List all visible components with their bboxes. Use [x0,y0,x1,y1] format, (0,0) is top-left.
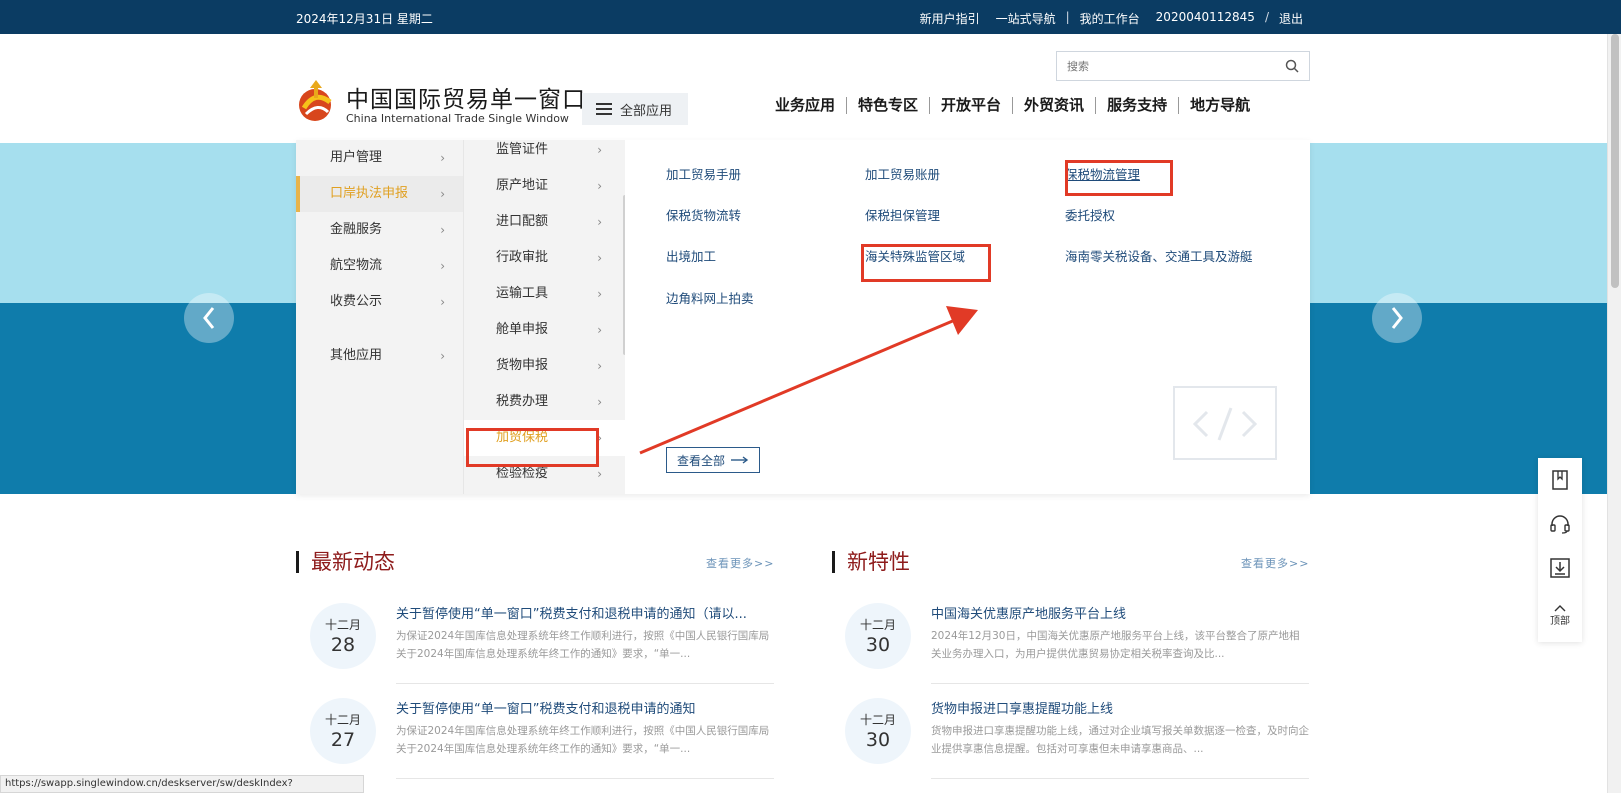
side-toolbar: 顶部 [1538,458,1582,642]
headset-icon [1550,515,1570,534]
feature-item[interactable]: 十二月 30 中国海关优惠原产地服务平台上线 2024年12月30日，中国海关优惠… [845,603,1321,693]
page: 2024年12月31日 星期二 新用户指引 一站式导航 | 我的工作台 2020… [0,0,1621,793]
page-scrollbar[interactable] [1607,34,1621,793]
download-button[interactable] [1538,550,1582,586]
news-date: 十二月 28 [310,603,376,669]
divider [931,778,1309,779]
scrollbar-thumb[interactable] [1611,34,1619,288]
bookmark-button[interactable] [1538,462,1582,498]
feature-date: 十二月 30 [845,698,911,764]
divider [396,683,774,684]
news-title[interactable]: 关于暂停使用“单一窗口”税费支付和退税申请的通知（请以... [396,603,774,622]
feature-date: 十二月 30 [845,603,911,669]
feature-title[interactable]: 中国海关优惠原产地服务平台上线 [931,603,1309,622]
feature-item[interactable]: 十二月 30 货物申报进口享惠提醒功能上线 货物申报进口享惠提醒功能上线，通过对企… [845,698,1321,788]
feature-description: 货物申报进口享惠提醒功能上线，通过对企业填写报关单数据逐一检查，及时向企业提供享… [931,725,1309,755]
news-description: 为保证2024年国库信息处理系统年终工作顺利进行，按照《中国人民银行国库局关于2… [396,630,770,660]
news-description: 为保证2024年国库信息处理系统年终工作顺利进行，按照《中国人民银行国库局关于2… [396,725,770,755]
customer-service-button[interactable] [1538,506,1582,542]
feature-description: 2024年12月30日，中国海关优惠原产地服务平台上线，该平台整合了原产地相关业… [931,630,1300,660]
book-icon [1552,470,1568,490]
back-to-top-label: 顶部 [1550,616,1570,627]
latest-news-more-link[interactable]: 查看更多>> [706,555,774,571]
news-title[interactable]: 关于暂停使用“单一窗口”税费支付和退税申请的通知 [396,698,774,717]
news-date: 十二月 27 [310,698,376,764]
new-features-more-link[interactable]: 查看更多>> [1241,555,1309,571]
divider [931,683,1309,684]
news-item[interactable]: 十二月 28 关于暂停使用“单一窗口”税费支付和退税申请的通知（请以... 为保证… [310,603,786,693]
back-to-top-button[interactable]: 顶部 [1538,598,1582,634]
latest-news-heading: 最新动态 [296,551,395,573]
feature-title[interactable]: 货物申报进口享惠提醒功能上线 [931,698,1309,717]
annotation-arrow [639,306,978,455]
news-item[interactable]: 十二月 27 关于暂停使用“单一窗口”税费支付和退税申请的通知 为保证2024年国… [310,698,786,788]
chevron-up-icon [1554,605,1566,612]
download-icon [1550,558,1570,578]
new-features-heading: 新特性 [832,551,910,573]
divider [396,778,774,779]
browser-status-bar: https://swapp.singlewindow.cn/deskserver… [0,775,364,793]
